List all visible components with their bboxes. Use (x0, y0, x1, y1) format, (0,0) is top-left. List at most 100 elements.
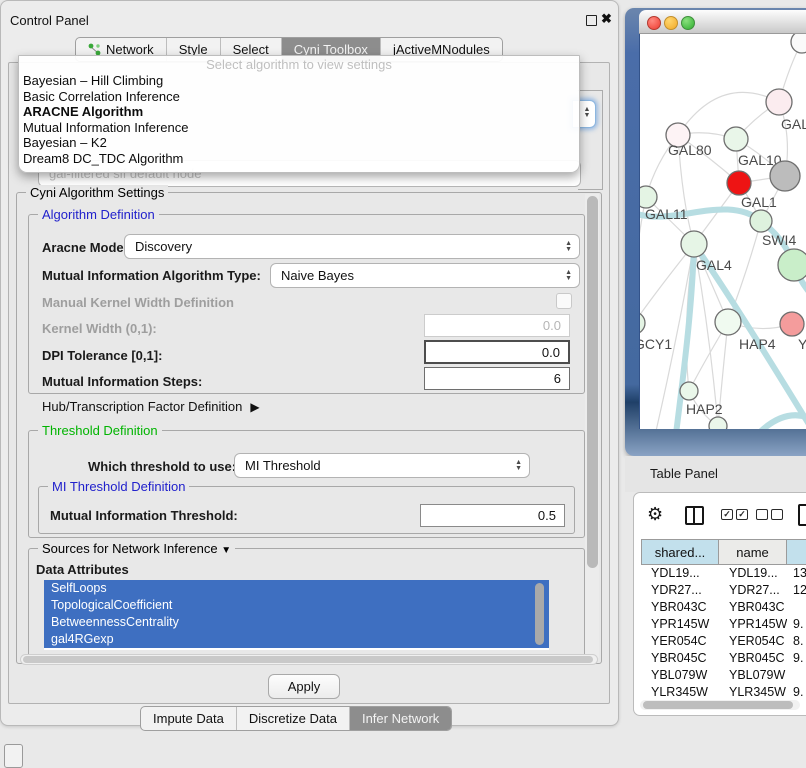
table-cell: YPR145W (641, 616, 719, 633)
deselect-all-icon2[interactable] (771, 509, 783, 520)
aracne-mode-value: Discovery (135, 239, 192, 254)
settings-hscrollbar-thumb[interactable] (23, 656, 593, 663)
algorithm-popup-prompt: Select algorithm to view settings (19, 56, 579, 73)
table-row[interactable]: YDL19...YDL19...13 (641, 565, 806, 582)
mi-steps-label: Mutual Information Steps: (42, 374, 202, 389)
dpi-tolerance-field[interactable]: 0.0 (424, 340, 570, 364)
table-cell: YDR27... (641, 582, 719, 599)
node-gal-pink[interactable] (766, 89, 792, 115)
data-attribute-item[interactable]: gal4RGexp (44, 631, 549, 648)
column-header-shared[interactable]: shared... (641, 539, 719, 565)
table-body[interactable]: YDL19...YDL19...13YDR27...YDR27...12YBR0… (641, 565, 806, 699)
kernel-width-field[interactable]: 0.0 (424, 314, 570, 337)
node-bottom-partial[interactable] (709, 417, 727, 429)
tab-impute-data[interactable]: Impute Data (141, 707, 237, 730)
select-all-icon[interactable]: ✓ (721, 509, 733, 520)
mi-threshold-label: Mutual Information Threshold: (50, 508, 238, 523)
attr-items: SelfLoopsTopologicalCoefficientBetweenne… (44, 580, 549, 648)
table-cell: YBR043C (641, 599, 719, 616)
expander-arrow-icon: ▶ (250, 400, 259, 414)
node-gal11[interactable] (640, 186, 657, 208)
node-pink-y[interactable] (780, 312, 804, 336)
collapse-arrow-icon: ▼ (221, 545, 231, 556)
algorithm-option[interactable]: Bayesian – K2 (19, 135, 579, 151)
table-cell: YER054C (719, 633, 787, 650)
network-canvas[interactable]: GALGAL80GAL10GAL1GAL11SWI4GAL4GCY1HAP4YH… (639, 34, 806, 429)
node-gal1[interactable] (727, 171, 751, 195)
mi-threshold-field[interactable]: 0.5 (420, 504, 565, 527)
table-cell: 9. (787, 650, 806, 667)
table-row[interactable]: YPR145WYPR145W9. (641, 616, 806, 633)
node-top-partial[interactable] (791, 34, 806, 53)
minimized-panel-button[interactable] (4, 744, 23, 768)
table-cell: YBR043C (719, 599, 787, 616)
close-traffic-icon[interactable] (647, 16, 661, 30)
minimize-traffic-icon[interactable] (664, 16, 678, 30)
split-view-icon[interactable] (685, 506, 704, 525)
aracne-mode-combo[interactable]: Discovery ▲▼ (124, 234, 580, 259)
table-hscrollbar-thumb[interactable] (643, 701, 793, 709)
node-big-green[interactable] (778, 249, 806, 281)
node-hap2[interactable] (680, 382, 698, 400)
table-cell: 8. (787, 633, 806, 650)
algorithm-option[interactable]: Mutual Information Inference (19, 120, 579, 136)
algorithm-option[interactable]: ARACNE Algorithm (19, 104, 579, 120)
data-attribute-item[interactable]: BetweennessCentrality (44, 614, 549, 631)
select-all-icon2[interactable]: ✓ (736, 509, 748, 520)
algorithm-option[interactable]: Basic Correlation Inference (19, 89, 579, 105)
table-row[interactable]: YER054CYER054C8. (641, 633, 806, 650)
which-threshold-label: Which threshold to use: (88, 459, 236, 474)
tab-infer-network[interactable]: Infer Network (350, 707, 451, 730)
tab-discretize-data[interactable]: Discretize Data (237, 707, 350, 730)
table-hscrollbar[interactable] (640, 700, 800, 710)
mi-threshold-group-title: MI Threshold Definition (48, 479, 189, 494)
gear-icon[interactable]: ⚙ (647, 504, 663, 525)
deselect-all-icon[interactable] (756, 509, 768, 520)
table-row[interactable]: YBR043CYBR043C (641, 599, 806, 616)
table-row[interactable]: YBL079WYBL079W (641, 667, 806, 684)
column-header-name[interactable]: name (719, 539, 787, 565)
mi-steps-field[interactable]: 6 (424, 367, 570, 390)
sources-group-title[interactable]: Sources for Network Inference ▼ (38, 541, 235, 556)
table-cell: YBL079W (641, 667, 719, 684)
algorithm-option[interactable]: Bayesian – Hill Climbing (19, 73, 579, 89)
node-gcy1[interactable] (640, 312, 645, 334)
node-gal4[interactable] (681, 231, 707, 257)
network-window-titlebar[interactable] (639, 10, 806, 34)
table-cell (787, 599, 806, 616)
mi-type-label: Mutual Information Algorithm Type: (42, 268, 261, 283)
hub-definition-expander[interactable]: Hub/Transcription Factor Definition ▶ (42, 399, 260, 414)
zoom-traffic-icon[interactable] (681, 16, 695, 30)
settings-scrollbar-thumb[interactable] (587, 196, 598, 568)
algorithm-dropdown-popup: Select algorithm to view settings Bayesi… (18, 55, 580, 173)
manual-kernel-label: Manual Kernel Width Definition (42, 295, 234, 310)
mi-type-combo[interactable]: Naive Bayes ▲▼ (270, 263, 580, 288)
node-hap4[interactable] (715, 309, 741, 335)
desktop: Control Panel ✖ Network Style Select Cyn… (0, 0, 806, 762)
node-hap4-label: HAP4 (739, 336, 776, 352)
algorithm-popup-list: Bayesian – Hill ClimbingBasic Correlatio… (19, 73, 579, 166)
window-close-icon[interactable]: ✖ (601, 11, 612, 27)
node-gray[interactable] (770, 161, 800, 191)
apply-button[interactable]: Apply (268, 674, 340, 699)
algorithm-option[interactable]: Dream8 DC_TDC Algorithm (19, 151, 579, 167)
attr-list-scrollbar-thumb[interactable] (535, 583, 544, 645)
which-threshold-combo[interactable]: MI Threshold ▲▼ (234, 453, 530, 478)
window-float-icon[interactable] (586, 15, 597, 26)
data-attribute-item[interactable]: SelfLoops (44, 580, 549, 597)
data-attributes-list[interactable]: SelfLoopsTopologicalCoefficientBetweenne… (44, 580, 549, 650)
table-panel-card: ⚙ ✓ ✓ shared... name A YDL19...YDL19...1… (633, 492, 806, 716)
table-row[interactable]: YBR045CYBR045C9. (641, 650, 806, 667)
node-gal10[interactable] (724, 127, 748, 151)
page-icon[interactable] (798, 504, 806, 526)
data-attribute-item[interactable]: TopologicalCoefficient (44, 597, 549, 614)
settings-hscrollbar[interactable] (20, 654, 598, 665)
table-toolbar: ⚙ ✓ ✓ (634, 493, 806, 538)
column-header-a[interactable]: A (787, 539, 806, 565)
node-gal80-label: GAL80 (668, 142, 712, 158)
node-hap2-label: HAP2 (686, 401, 723, 417)
node-swi4[interactable] (750, 210, 772, 232)
table-row[interactable]: YDR27...YDR27...12 (641, 582, 806, 599)
table-row[interactable]: YLR345WYLR345W9. (641, 684, 806, 699)
manual-kernel-checkbox[interactable] (556, 293, 572, 309)
